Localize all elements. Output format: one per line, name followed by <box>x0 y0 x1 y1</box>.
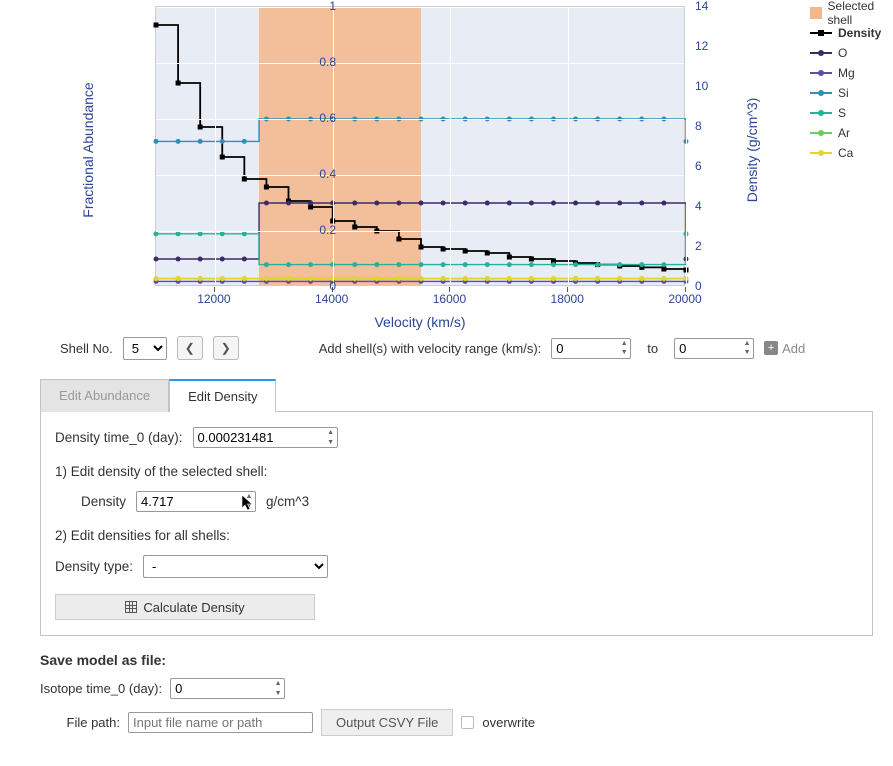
grid-icon <box>125 601 137 613</box>
legend-label: Density <box>838 26 881 40</box>
legend-selected-shell: Selected shell <box>810 4 881 22</box>
x-tick: 16000 <box>433 292 466 306</box>
spin-up-icon[interactable]: ▲ <box>325 428 337 438</box>
density-type-select[interactable]: - <box>143 555 328 578</box>
x-tick: 12000 <box>197 292 230 306</box>
legend-item[interactable]: Ar <box>810 124 881 142</box>
legend-item[interactable]: Density <box>810 24 881 42</box>
save-title: Save model as file: <box>40 652 873 668</box>
add-shell-button[interactable]: + Add <box>764 341 805 356</box>
y-left-tick: 0.2 <box>319 223 336 237</box>
legend-label: Mg <box>838 66 855 80</box>
x-tick: 18000 <box>551 292 584 306</box>
chart-plot-area[interactable] <box>155 6 685 286</box>
output-csvy-button[interactable]: Output CSVY File <box>321 709 453 736</box>
y-right-tick: 10 <box>695 79 708 93</box>
y-left-tick: 0 <box>329 279 336 293</box>
y-right-tick: 14 <box>695 0 708 13</box>
y-right-axis-title: Density (g/cm^3) <box>744 98 760 203</box>
density-input[interactable] <box>136 491 256 512</box>
legend-item[interactable]: Ca <box>810 144 881 162</box>
section-2-label: 2) Edit densities for all shells: <box>55 528 858 543</box>
tab-edit-abundance[interactable]: Edit Abundance <box>40 379 169 412</box>
x-axis-title: Velocity (km/s) <box>374 314 465 330</box>
spin-down-icon[interactable]: ▼ <box>243 502 255 512</box>
file-path-input[interactable] <box>128 712 313 733</box>
density-time0-label: Density time_0 (day): <box>55 430 183 445</box>
chart-legend: Selected shell Density O Mg Si S Ar Ca <box>810 4 881 164</box>
legend-label: O <box>838 46 847 60</box>
calculate-density-button[interactable]: Calculate Density <box>55 594 315 620</box>
y-left-tick: 1 <box>329 0 336 13</box>
spin-down-icon[interactable]: ▼ <box>272 689 284 699</box>
shell-no-select[interactable]: 5 <box>123 337 167 360</box>
spin-up-icon[interactable]: ▲ <box>741 339 753 349</box>
density-unit: g/cm^3 <box>266 494 309 509</box>
y-right-tick: 6 <box>695 159 702 173</box>
x-tick: 14000 <box>315 292 348 306</box>
add-button-label: Add <box>782 341 805 356</box>
spin-down-icon[interactable]: ▼ <box>325 438 337 448</box>
to-label: to <box>647 341 658 356</box>
legend-label: Selected shell <box>828 0 882 27</box>
plus-icon: + <box>764 341 778 355</box>
spin-down-icon[interactable]: ▼ <box>618 348 630 358</box>
legend-item[interactable]: S <box>810 104 881 122</box>
file-path-label: File path: <box>40 715 120 730</box>
isotope-time0-label: Isotope time_0 (day): <box>40 681 162 696</box>
abundance-density-chart: Fractional Abundance Density (g/cm^3) Ve… <box>40 0 873 330</box>
shell-no-label: Shell No. <box>60 341 113 356</box>
y-left-axis-title: Fractional Abundance <box>80 82 96 217</box>
prev-shell-button[interactable]: ❮ <box>177 336 203 360</box>
legend-label: Ar <box>838 126 850 140</box>
section-1-label: 1) Edit density of the selected shell: <box>55 464 858 479</box>
y-left-tick: 0.6 <box>319 111 336 125</box>
x-tick: 20000 <box>668 292 701 306</box>
add-shells-label: Add shell(s) with velocity range (km/s): <box>319 341 542 356</box>
density-time0-input[interactable] <box>193 427 338 448</box>
next-shell-button[interactable]: ❯ <box>213 336 239 360</box>
range-to-field[interactable]: ▲▼ <box>674 338 754 359</box>
overwrite-label: overwrite <box>482 715 535 730</box>
y-right-tick: 8 <box>695 119 702 133</box>
edit-density-panel: Density time_0 (day): ▲▼ 1) Edit density… <box>40 411 873 636</box>
legend-item[interactable]: Si <box>810 84 881 102</box>
y-right-tick: 12 <box>695 39 708 53</box>
legend-item[interactable]: O <box>810 44 881 62</box>
spin-up-icon[interactable]: ▲ <box>243 492 255 502</box>
legend-label: S <box>838 106 846 120</box>
density-type-label: Density type: <box>55 559 133 574</box>
y-right-tick: 0 <box>695 279 702 293</box>
tab-edit-density[interactable]: Edit Density <box>169 379 276 412</box>
chart-series <box>156 7 686 287</box>
tab-bar: Edit Abundance Edit Density <box>40 378 873 411</box>
isotope-time0-input[interactable] <box>170 678 285 699</box>
spin-up-icon[interactable]: ▲ <box>272 679 284 689</box>
overwrite-checkbox[interactable] <box>461 716 474 729</box>
legend-item[interactable]: Mg <box>810 64 881 82</box>
y-right-tick: 2 <box>695 239 702 253</box>
y-left-tick: 0.4 <box>319 167 336 181</box>
legend-label: Ca <box>838 146 853 160</box>
density-label: Density <box>81 494 126 509</box>
range-from-field[interactable]: ▲▼ <box>551 338 631 359</box>
legend-label: Si <box>838 86 849 100</box>
y-right-tick: 4 <box>695 199 702 213</box>
calculate-density-label: Calculate Density <box>143 600 244 615</box>
spin-up-icon[interactable]: ▲ <box>618 339 630 349</box>
y-left-tick: 0.8 <box>319 55 336 69</box>
shell-controls-row: Shell No. 5 ❮ ❯ Add shell(s) with veloci… <box>60 336 873 360</box>
spin-down-icon[interactable]: ▼ <box>741 348 753 358</box>
